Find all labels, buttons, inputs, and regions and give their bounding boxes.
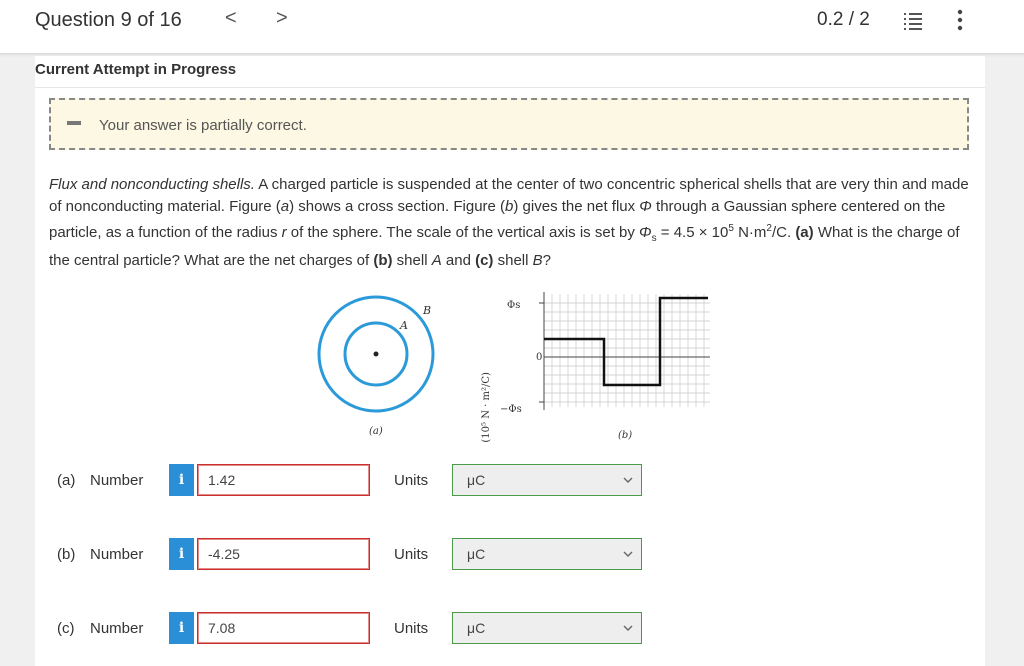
answer-row-a: (a) Number i 1.42 Units μC	[49, 464, 649, 498]
units-select-b[interactable]: μC	[452, 538, 642, 570]
next-question-button[interactable]: >	[276, 7, 288, 30]
info-icon[interactable]: i	[169, 612, 194, 644]
answer-row-c: (c) Number i 7.08 Units μC	[49, 612, 649, 646]
units-value: μC	[467, 620, 486, 636]
units-value: μC	[467, 472, 486, 488]
answer-input-b[interactable]: -4.25	[197, 538, 370, 570]
answer-input-a[interactable]: 1.42	[197, 464, 370, 496]
chevron-down-icon	[623, 625, 633, 631]
units-select-c[interactable]: μC	[452, 612, 642, 644]
units-value: μC	[467, 546, 486, 562]
divider	[35, 87, 985, 88]
caption-a: (a)	[369, 426, 383, 437]
shell-a-label: A	[399, 319, 408, 332]
chevron-down-icon	[623, 477, 633, 483]
flux-curve	[544, 296, 708, 387]
more-vertical-icon[interactable]	[952, 9, 968, 31]
top-bar: Question 9 of 16 < > 0.2 / 2	[0, 0, 1024, 54]
part-label: (c)	[57, 620, 75, 637]
answer-row-b: (b) Number i -4.25 Units μC	[49, 538, 649, 572]
number-label: Number	[90, 620, 144, 637]
part-label: (b)	[57, 546, 76, 563]
number-label: Number	[90, 472, 144, 489]
feedback-text: Your answer is partially correct.	[99, 117, 307, 134]
feedback-banner: Your answer is partially correct.	[49, 98, 969, 150]
list-icon[interactable]	[903, 11, 923, 31]
info-icon[interactable]: i	[169, 538, 194, 570]
units-select-a[interactable]: μC	[452, 464, 642, 496]
units-label: Units	[394, 620, 429, 637]
partial-dash-icon	[67, 121, 81, 125]
units-label: Units	[394, 546, 429, 563]
answer-input-c[interactable]: 7.08	[197, 612, 370, 644]
question-title: Question 9 of 16	[35, 9, 182, 31]
tick-phi-s: Φs	[507, 300, 520, 311]
attempt-heading: Current Attempt in Progress	[35, 61, 237, 78]
central-particle	[373, 351, 379, 357]
flux-axis-label: Φ (10⁵ N · m²/C)	[481, 372, 492, 446]
chevron-down-icon	[623, 551, 633, 557]
previous-question-button[interactable]: <	[225, 7, 237, 30]
physics-figure: A B (a) Φ (10⁵ N · m²/C) Φs 0 −Φs (b)	[317, 292, 710, 446]
part-label: (a)	[57, 472, 76, 489]
caption-b: (b)	[618, 430, 632, 441]
info-icon[interactable]: i	[169, 464, 194, 496]
score-display: 0.2 / 2	[817, 9, 870, 30]
tick-zero: 0	[536, 352, 542, 363]
units-label: Units	[394, 472, 429, 489]
question-panel: Current Attempt in Progress Your answer …	[35, 56, 985, 666]
tick-neg-phi-s: −Φs	[500, 404, 522, 415]
shell-b-label: B	[422, 304, 431, 317]
question-text: Flux and nonconducting shells. A charged…	[49, 176, 969, 269]
graph-grid	[544, 294, 710, 407]
number-label: Number	[90, 546, 144, 563]
